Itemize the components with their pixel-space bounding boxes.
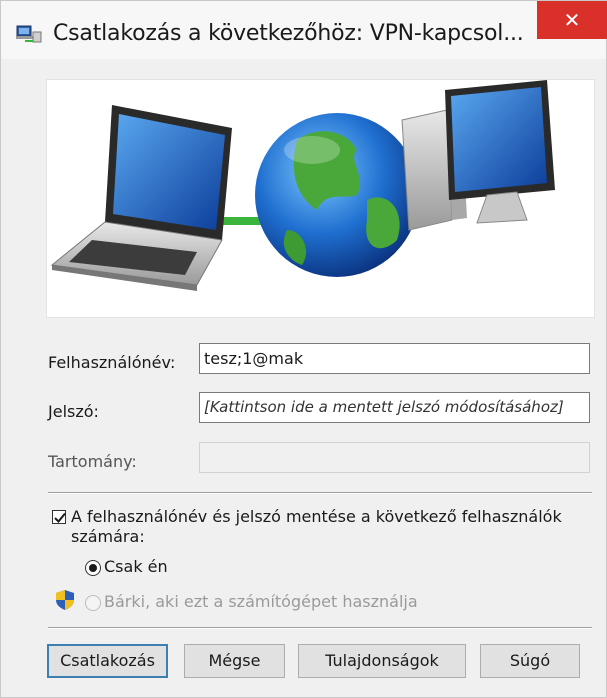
domain-field (199, 442, 590, 473)
separator (48, 492, 592, 494)
radio-anyone (85, 595, 101, 611)
username-label: Felhasználónév: (48, 353, 176, 372)
laptop-icon (50, 105, 232, 291)
password-label: Jelszó: (48, 402, 99, 421)
radio-only-me-label: Csak én (104, 557, 168, 576)
save-credentials-label-cont: számára: (71, 527, 145, 546)
save-credentials-checkbox[interactable] (52, 510, 66, 524)
username-field[interactable]: tesz;1@mak (199, 343, 590, 374)
close-button[interactable]: ✕ (537, 1, 607, 39)
separator-bottom (48, 627, 592, 629)
properties-button[interactable]: Tulajdonságok (298, 644, 466, 678)
window-title: Csatlakozás a következőhöz: VPN-kapcsol.… (53, 21, 524, 46)
checkmark-icon (54, 512, 66, 523)
connect-button[interactable]: Csatlakozás (47, 644, 168, 678)
radio-only-me[interactable] (85, 560, 101, 576)
close-icon: ✕ (563, 8, 581, 32)
help-button[interactable]: Súgó (480, 644, 580, 678)
network-connection-icon (15, 23, 43, 47)
desktop-computer-icon (401, 80, 555, 231)
radio-anyone-label: Bárki, aki ezt a számítógépet használja (104, 592, 418, 611)
title-bar[interactable]: Csatlakozás a következőhöz: VPN-kapcsol.… (1, 1, 607, 59)
radio-selected-dot (89, 564, 97, 572)
save-credentials-label: A felhasználónév és jelszó mentése a köv… (71, 507, 562, 526)
cancel-button[interactable]: Mégse (184, 644, 285, 678)
globe-icon (255, 113, 419, 277)
vpn-connect-dialog: Csatlakozás a következőhöz: VPN-kapcsol.… (0, 0, 607, 698)
uac-shield-icon (53, 589, 77, 616)
domain-label: Tartomány: (48, 452, 137, 471)
password-field[interactable]: [Kattintson ide a mentett jelszó módosít… (199, 392, 590, 423)
network-illustration (46, 79, 595, 318)
